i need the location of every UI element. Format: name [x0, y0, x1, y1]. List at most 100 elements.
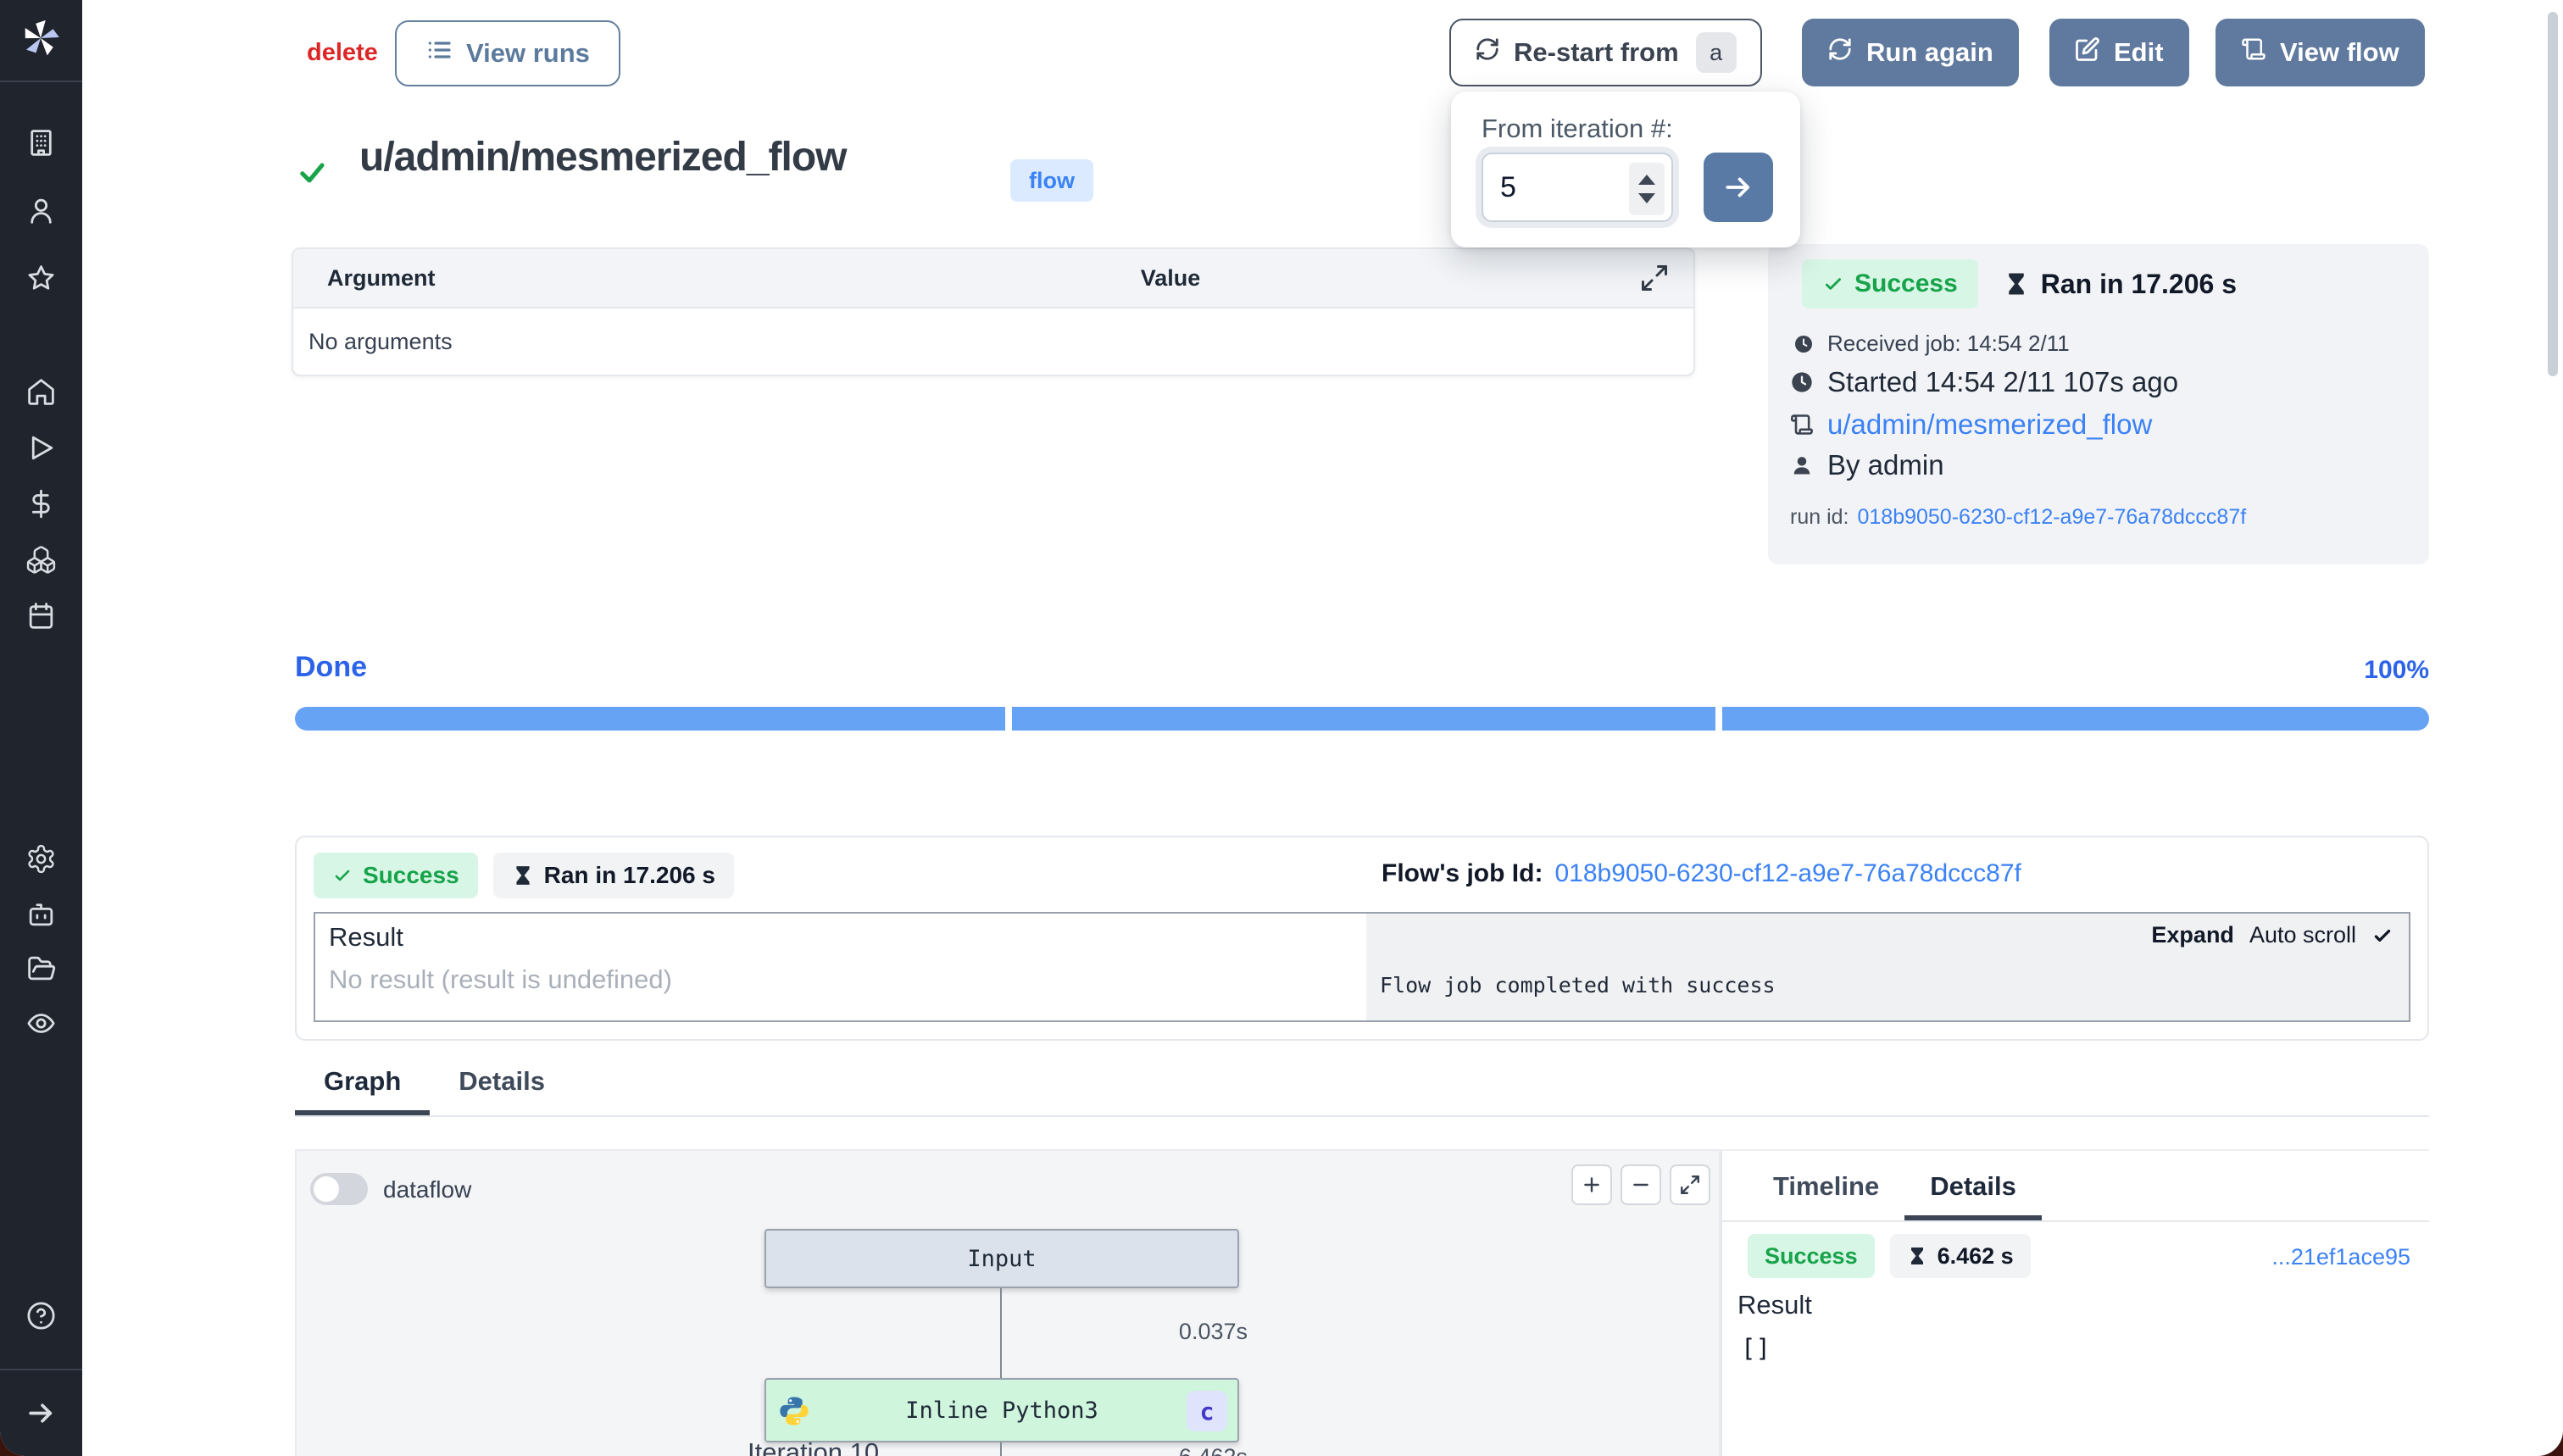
sidebar-item-schedules[interactable]	[25, 600, 57, 631]
progress-label: Done	[295, 651, 367, 684]
progress-segment	[1012, 707, 1715, 731]
author-line: By admin	[1790, 449, 1944, 481]
received-job-line: Received job: 14:54 2/11	[1793, 331, 2070, 357]
step-details-panel: Timeline Details Success 6.462 s ...21ef…	[1721, 1149, 2429, 1456]
flow-job-id-line: Flow's job Id: 018b9050-6230-cf12-a9e7-7…	[1382, 859, 2021, 888]
progress-percent: 100%	[2217, 656, 2429, 685]
sidebar-item-favorites[interactable]	[25, 263, 57, 294]
flow-result-card: Success Ran in 17.206 s Flow's job Id: 0…	[295, 836, 2429, 1041]
windmill-run-page: delete View runs Re-start from a Run aga…	[0, 0, 2563, 1456]
result-log-split: Result No result (result is undefined) E…	[314, 912, 2410, 1022]
sidebar-item-home[interactable]	[25, 376, 57, 408]
graph-edge	[1000, 1288, 1002, 1378]
sidebar-item-folders[interactable]	[25, 953, 57, 984]
refresh-icon	[1475, 36, 1500, 69]
log-pane: Expand Auto scroll Flow job completed wi…	[1366, 914, 2409, 1020]
edit-button[interactable]: Edit	[2049, 19, 2189, 86]
job-id-label: Flow's job Id:	[1382, 859, 1543, 888]
keyboard-shortcut-badge: a	[1696, 32, 1737, 73]
python-node-label: Inline Python3	[905, 1398, 1098, 1424]
restart-iteration-popup: From iteration #:	[1451, 92, 1800, 247]
progress-segment	[295, 707, 1005, 731]
step-duration: 6.462s	[1078, 1444, 1248, 1456]
flow-type-badge: flow	[1010, 159, 1093, 202]
progress-segment	[1722, 707, 2429, 731]
zoom-in-button[interactable]	[1571, 1164, 1612, 1205]
edit-icon	[2075, 36, 2100, 69]
restart-from-button[interactable]: Re-start from a	[1449, 19, 1762, 86]
scrollbar-thumb[interactable]	[2548, 12, 2558, 376]
result-empty-text: No result (result is undefined)	[329, 964, 672, 995]
flow-graph-panel: dataflow Input 0.037s Inline Pytho	[295, 1149, 1721, 1456]
delete-button[interactable]: delete	[307, 39, 378, 67]
expand-log-button[interactable]: Expand	[2151, 922, 2234, 948]
stepper-up-icon[interactable]	[1638, 175, 1655, 185]
success-check-icon	[297, 158, 327, 188]
arrow-right-icon	[1722, 171, 1754, 203]
sidebar-item-variables[interactable]	[25, 488, 57, 520]
edit-label: Edit	[2114, 37, 2164, 68]
tab-details[interactable]: Details	[430, 1061, 574, 1115]
sidebar-item-settings[interactable]	[25, 843, 57, 875]
view-runs-button[interactable]: View runs	[395, 20, 620, 86]
run-id-line: run id: 018b9050-6230-cf12-a9e7-76a78dcc…	[1790, 505, 2246, 530]
hourglass-icon	[512, 864, 534, 886]
page-title: u/admin/mesmerized_flow	[359, 134, 847, 181]
autoscroll-check-icon[interactable]	[2371, 925, 2393, 947]
check-icon	[332, 865, 353, 886]
graph-node-python[interactable]: Inline Python3 c	[764, 1378, 1239, 1442]
step-job-link[interactable]: ...21ef1ace95	[2271, 1244, 2410, 1270]
hourglass-icon	[1907, 1246, 1927, 1266]
result-pane: Result No result (result is undefined)	[315, 914, 1366, 1020]
iteration-node-label[interactable]: Iteration 10	[748, 1437, 879, 1456]
view-runs-label: View runs	[466, 38, 590, 69]
arguments-table-header: Argument Value	[293, 249, 1693, 308]
windmill-logo-icon[interactable]	[21, 19, 60, 58]
arguments-table: Argument Value No arguments	[292, 247, 1695, 376]
clock-icon	[1793, 334, 1814, 354]
sidebar-item-resources[interactable]	[25, 544, 57, 575]
status-label: Success	[363, 862, 459, 889]
fullscreen-graph-button[interactable]	[1670, 1164, 1710, 1205]
empty-arguments-row: No arguments	[293, 308, 1693, 375]
view-flow-button[interactable]: View flow	[2216, 19, 2425, 86]
run-again-label: Run again	[1866, 37, 1993, 68]
tab-timeline[interactable]: Timeline	[1748, 1151, 1904, 1220]
number-stepper[interactable]	[1629, 163, 1665, 215]
clock-icon	[1790, 370, 1814, 394]
input-node-label: Input	[967, 1246, 1036, 1272]
sidebar-item-user[interactable]	[25, 195, 57, 226]
duration-badge: Ran in 17.206 s	[493, 853, 734, 898]
dataflow-toggle[interactable]	[310, 1173, 368, 1205]
zoom-out-button[interactable]	[1621, 1164, 1661, 1205]
sidebar-item-workers[interactable]	[25, 898, 57, 930]
help-icon[interactable]	[25, 1300, 57, 1331]
restart-from-label: Re-start from	[1514, 37, 1679, 68]
log-line: Flow job completed with success	[1380, 973, 1776, 998]
sidebar-item-runs[interactable]	[25, 432, 57, 464]
user-icon	[1790, 453, 1814, 477]
run-id-link[interactable]: 018b9050-6230-cf12-a9e7-76a78dccc87f	[1857, 505, 2246, 530]
status-badge: Success	[1802, 259, 1978, 308]
stepper-down-icon[interactable]	[1638, 193, 1655, 203]
flow-path-line: u/admin/mesmerized_flow	[1790, 408, 2152, 441]
scroll-icon	[1790, 413, 1814, 436]
expand-sidebar-icon[interactable]	[25, 1398, 57, 1429]
status-label: Success	[1765, 1243, 1858, 1270]
expand-table-icon[interactable]	[1639, 263, 1670, 293]
job-id-link[interactable]: 018b9050-6230-cf12-a9e7-76a78dccc87f	[1554, 859, 2021, 888]
result-title: Result	[329, 922, 403, 953]
refresh-icon	[1827, 36, 1853, 69]
run-again-button[interactable]: Run again	[1802, 19, 2019, 86]
autoscroll-label[interactable]: Auto scroll	[2249, 922, 2356, 948]
tab-graph[interactable]: Graph	[295, 1061, 430, 1115]
sidebar-item-audit-logs[interactable]	[25, 1008, 57, 1039]
confirm-restart-button[interactable]	[1704, 153, 1773, 222]
scroll-icon	[2241, 36, 2266, 69]
flow-path-link[interactable]: u/admin/mesmerized_flow	[1827, 408, 2152, 441]
sidebar-item-workspace[interactable]	[25, 127, 57, 158]
column-value: Value	[1107, 265, 1234, 292]
main-tabs: Graph Details	[295, 1061, 2429, 1117]
graph-node-input[interactable]: Input	[764, 1229, 1239, 1288]
tab-step-details[interactable]: Details	[1904, 1151, 2042, 1220]
